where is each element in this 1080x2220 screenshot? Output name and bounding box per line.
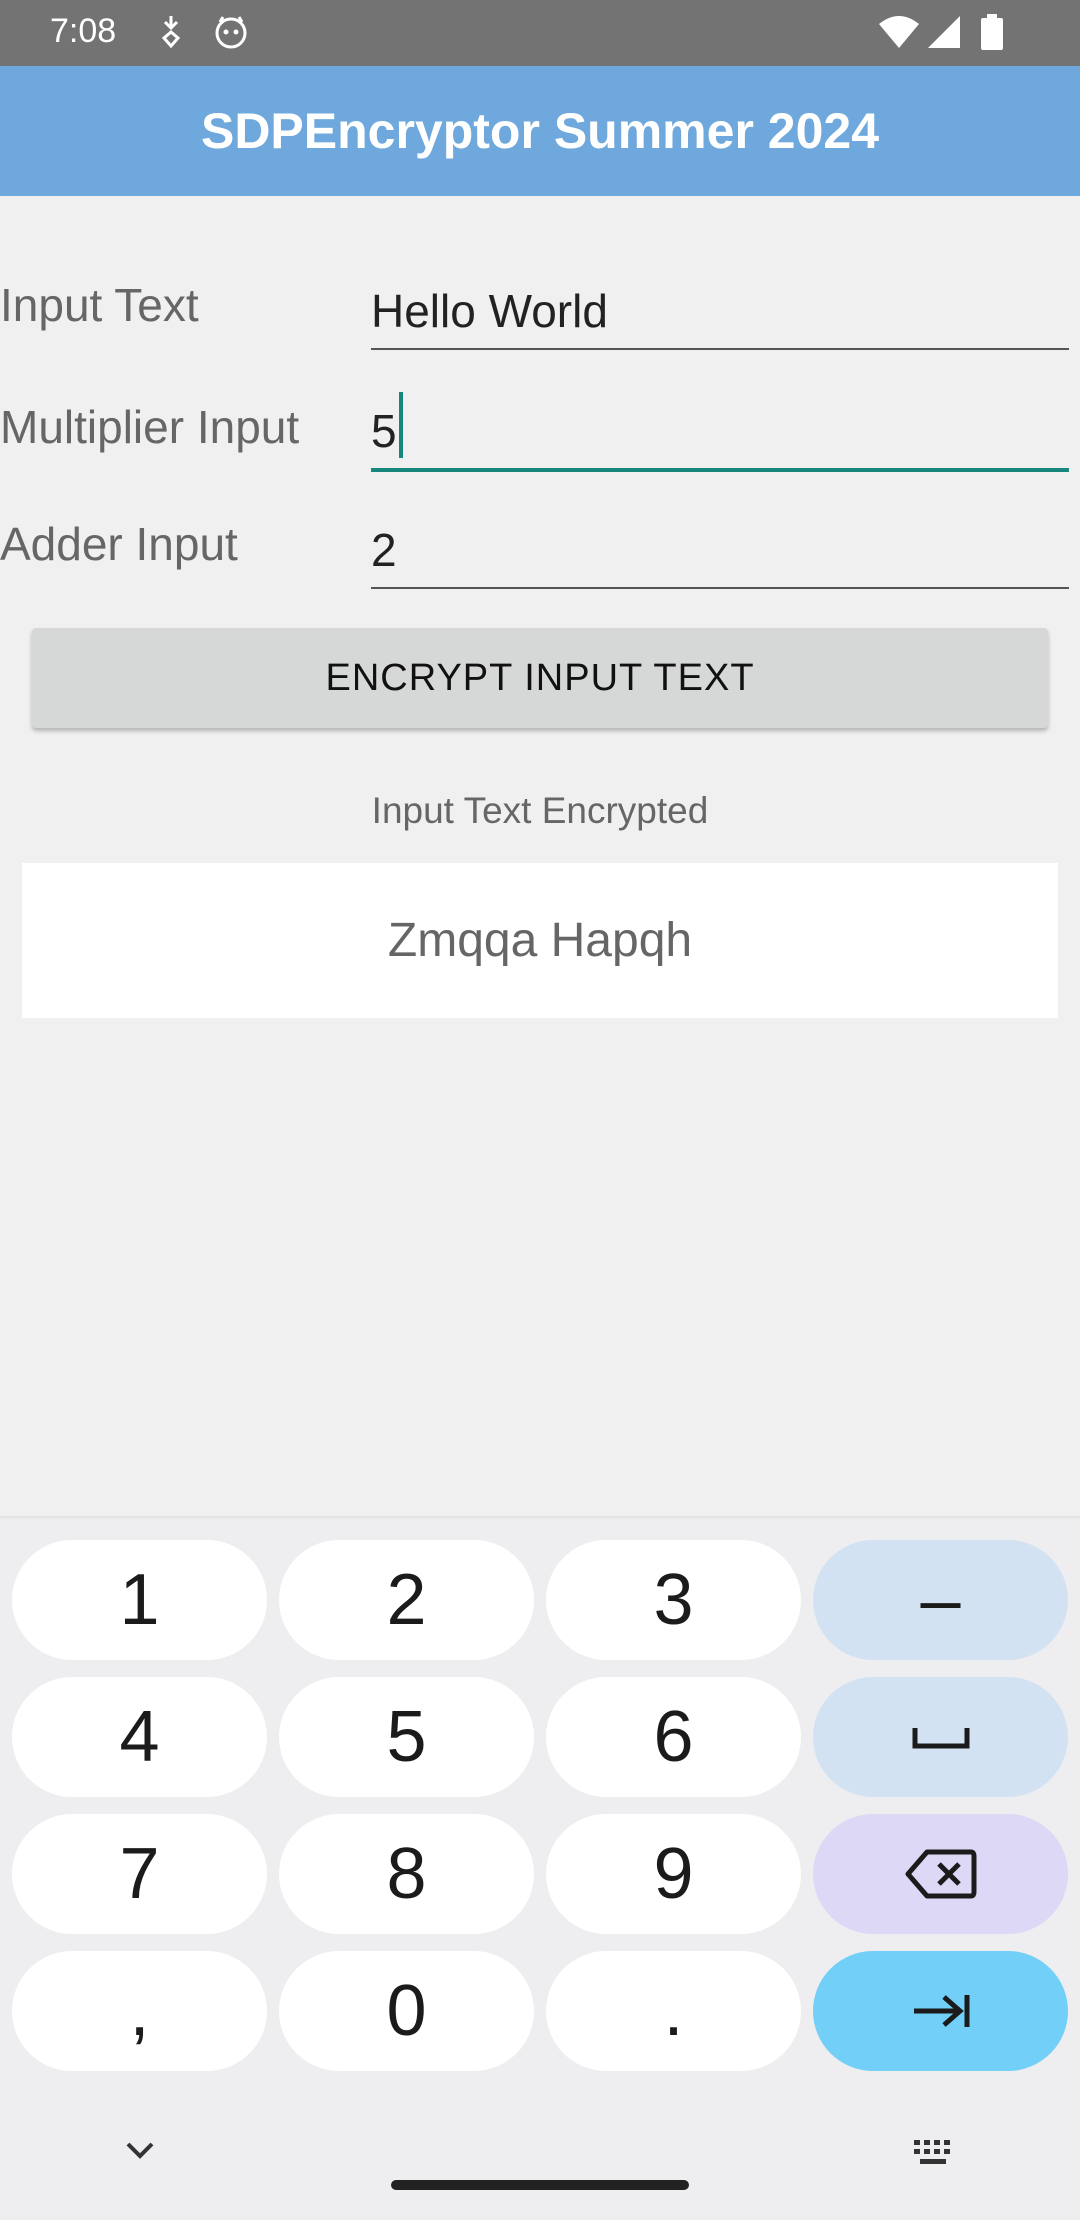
cellular-transfer-icon	[158, 14, 184, 53]
key-6[interactable]: 6	[546, 1677, 801, 1797]
app-bar: SDPEncryptor Summer 2024	[0, 66, 1080, 196]
adder-row: Adder Input 2	[0, 479, 1080, 589]
encrypt-button[interactable]: ENCRYPT INPUT TEXT	[32, 628, 1048, 728]
hide-keyboard-chevron-icon[interactable]	[122, 2138, 158, 2167]
multiplier-label: Multiplier Input	[0, 401, 300, 453]
status-time: 7:08	[50, 12, 117, 50]
key-9[interactable]: 9	[546, 1814, 801, 1934]
tab-arrow-icon	[913, 1995, 969, 2027]
key-minus[interactable]: –	[813, 1540, 1068, 1660]
app-notification-icon	[212, 14, 250, 55]
result-value: Zmqqa Hapqh	[387, 914, 693, 967]
key-0[interactable]: 0	[279, 1951, 534, 2071]
result-label: Input Text Encrypted	[371, 790, 709, 831]
space-icon	[912, 1728, 969, 1749]
input-text-label: Input Text	[0, 279, 199, 331]
key-3[interactable]: 3	[546, 1540, 801, 1660]
result-box: Zmqqa Hapqh	[22, 863, 1058, 1018]
wifi-icon	[878, 14, 920, 55]
adder-value: 2	[371, 524, 397, 576]
adder-field[interactable]: 2	[371, 489, 1069, 589]
adder-label: Adder Input	[0, 518, 238, 570]
key-2[interactable]: 2	[279, 1540, 534, 1660]
multiplier-field[interactable]: 5	[371, 372, 1069, 472]
multiplier-row: Multiplier Input 5	[0, 362, 1080, 472]
keyboard-switch-icon[interactable]	[912, 2138, 958, 2173]
input-text-value: Hello World	[371, 285, 608, 337]
status-bar: 7:08	[0, 0, 1080, 66]
backspace-icon	[905, 1849, 976, 1899]
key-1[interactable]: 1	[12, 1540, 267, 1660]
app-title: SDPEncryptor Summer 2024	[200, 103, 880, 159]
text-cursor	[398, 392, 403, 458]
key-next[interactable]	[813, 1951, 1068, 2071]
key-4[interactable]: 4	[12, 1677, 267, 1797]
key-7[interactable]: 7	[12, 1814, 267, 1934]
key-space[interactable]	[813, 1677, 1068, 1797]
key-comma[interactable]: ,	[12, 1951, 267, 2071]
battery-icon	[980, 14, 1004, 55]
input-text-row: Input Text Hello World	[0, 240, 1080, 350]
key-backspace[interactable]	[813, 1814, 1068, 1934]
navigation-handle[interactable]	[391, 2180, 689, 2190]
signal-icon	[926, 14, 962, 55]
key-5[interactable]: 5	[279, 1677, 534, 1797]
key-period[interactable]: .	[546, 1951, 801, 2071]
multiplier-value: 5	[371, 405, 397, 457]
input-text-field[interactable]: Hello World	[371, 250, 1069, 350]
key-8[interactable]: 8	[279, 1814, 534, 1934]
